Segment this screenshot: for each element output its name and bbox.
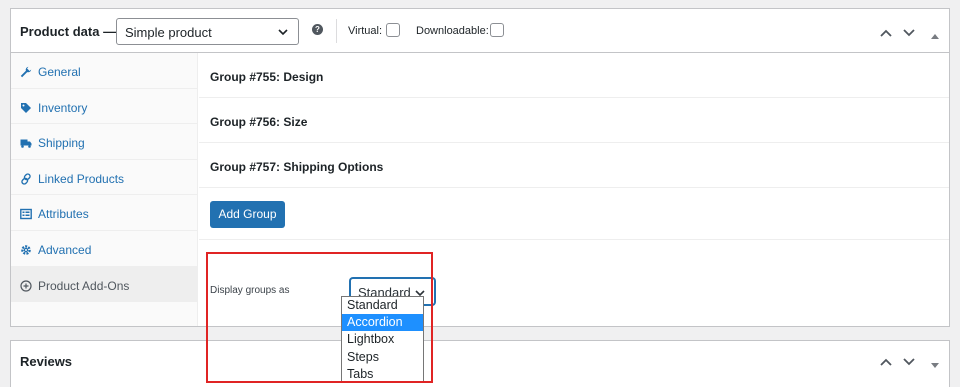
group-row[interactable]: Group #756: Size bbox=[199, 98, 949, 143]
product-data-title: Product data — bbox=[20, 24, 117, 39]
tab-inventory[interactable]: Inventory bbox=[11, 89, 197, 125]
group-title: Group #755: Design bbox=[210, 70, 324, 84]
panel-header: Product data — Simple product ? Virtual:… bbox=[11, 9, 949, 53]
move-up-icon[interactable] bbox=[880, 25, 892, 43]
add-group-button[interactable]: Add Group bbox=[210, 201, 285, 228]
add-group-row: Add Group bbox=[199, 188, 949, 240]
tab-attributes[interactable]: Attributes bbox=[11, 195, 197, 231]
toggle-panel-icon[interactable] bbox=[931, 356, 939, 374]
product-data-panel: Product data — Simple product ? Virtual:… bbox=[10, 8, 950, 327]
product-data-tabs: General Inventory Shipping Linked Produc… bbox=[11, 53, 198, 326]
gear-icon bbox=[20, 243, 32, 255]
group-row[interactable]: Group #755: Design bbox=[199, 53, 949, 98]
chevron-down-icon bbox=[277, 25, 289, 43]
tab-advanced[interactable]: Advanced bbox=[11, 231, 197, 267]
group-row[interactable]: Group #757: Shipping Options bbox=[199, 143, 949, 188]
tab-label: Linked Products bbox=[38, 171, 125, 186]
list-icon bbox=[20, 207, 32, 220]
plus-circle-icon bbox=[20, 279, 32, 292]
tag-icon bbox=[20, 101, 32, 113]
move-down-icon[interactable] bbox=[903, 354, 915, 372]
tab-product-add-ons[interactable]: Product Add-Ons bbox=[11, 266, 197, 303]
tab-label: General bbox=[38, 65, 81, 79]
group-title: Group #756: Size bbox=[210, 115, 308, 129]
virtual-label: Virtual: bbox=[348, 25, 383, 37]
move-up-icon[interactable] bbox=[880, 354, 892, 372]
reviews-panel: Reviews bbox=[10, 340, 950, 387]
link-icon bbox=[20, 172, 32, 185]
header-divider bbox=[336, 19, 337, 43]
toggle-panel-icon[interactable] bbox=[931, 26, 939, 44]
reviews-title: Reviews bbox=[20, 354, 73, 369]
wrench-icon bbox=[20, 65, 32, 78]
virtual-checkbox[interactable] bbox=[386, 23, 400, 37]
downloadable-checkbox[interactable] bbox=[490, 23, 504, 37]
truck-icon bbox=[20, 136, 32, 148]
tab-label: Product Add-Ons bbox=[38, 278, 130, 293]
tab-label: Advanced bbox=[38, 242, 92, 257]
product-type-select[interactable]: Simple product bbox=[116, 18, 299, 45]
group-title: Group #757: Shipping Options bbox=[210, 160, 384, 174]
help-icon[interactable]: ? bbox=[312, 24, 323, 35]
annotation-highlight-box bbox=[206, 252, 433, 383]
downloadable-label: Downloadable: bbox=[416, 25, 489, 37]
tab-linked-products[interactable]: Linked Products bbox=[11, 160, 197, 196]
tab-label: Inventory bbox=[38, 100, 88, 115]
tab-label: Attributes bbox=[38, 207, 89, 222]
move-down-icon[interactable] bbox=[903, 25, 915, 43]
tab-general[interactable]: General bbox=[11, 53, 197, 89]
tab-shipping[interactable]: Shipping bbox=[11, 124, 197, 160]
tab-label: Shipping bbox=[38, 136, 85, 151]
product-type-value: Simple product bbox=[125, 25, 212, 40]
